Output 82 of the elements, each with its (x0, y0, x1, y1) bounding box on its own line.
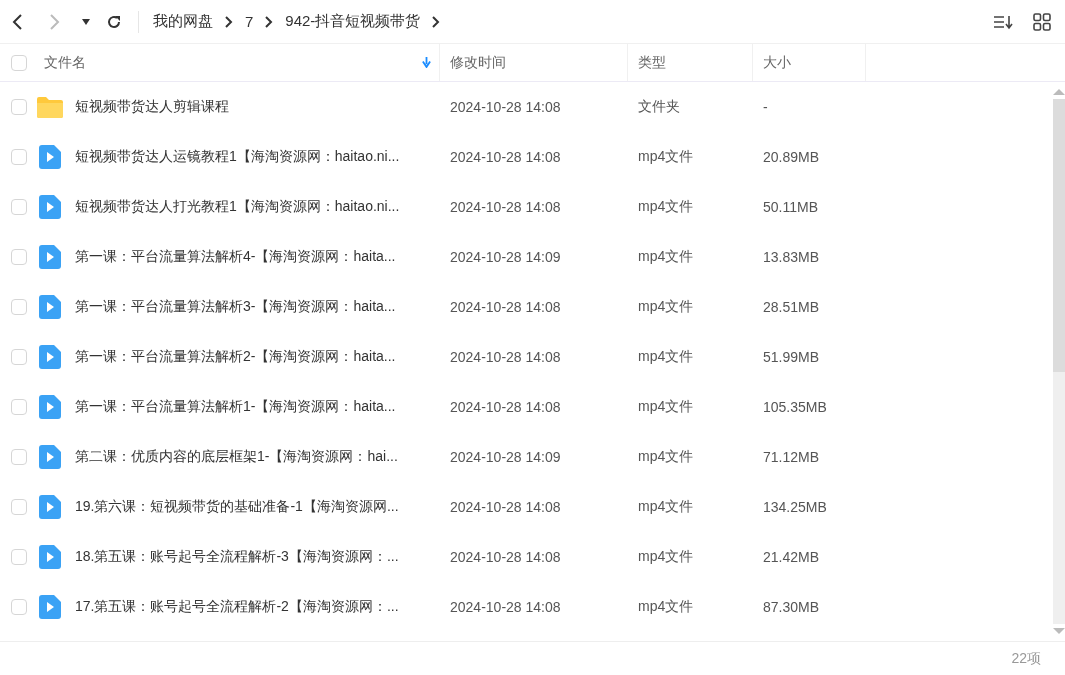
checkbox[interactable] (11, 299, 27, 315)
modified-time: 2024-10-28 14:08 (450, 399, 561, 415)
video-file-icon (37, 395, 63, 419)
chevron-right-icon (432, 15, 441, 28)
file-type: mp4文件 (638, 248, 694, 266)
modified-time: 2024-10-28 14:08 (450, 199, 561, 215)
checkbox[interactable] (11, 149, 27, 165)
file-size: 13.83MB (763, 249, 820, 265)
file-size: 134.25MB (763, 499, 827, 515)
video-file-icon (37, 345, 63, 369)
video-file-icon (37, 195, 63, 219)
column-header[interactable]: 文件名 (36, 44, 440, 81)
modified-time: 2024-10-28 14:08 (450, 549, 561, 565)
file-name[interactable]: 第二课：优质内容的底层框架1-【海淘资源网：hai... (75, 448, 398, 466)
modified-time: 2024-10-28 14:08 (450, 299, 561, 315)
file-type: mp4文件 (638, 448, 694, 466)
video-file-icon (37, 295, 63, 319)
file-name[interactable]: 短视频带货达人打光教程1【海淘资源网：haitao.ni... (75, 198, 400, 216)
file-type: mp4文件 (638, 598, 694, 616)
file-name[interactable]: 第一课：平台流量算法解析4-【海淘资源网：haita... (75, 248, 396, 266)
folder-icon (37, 96, 63, 118)
file-size: 28.51MB (763, 299, 820, 315)
file-type: mp4文件 (638, 348, 694, 366)
file-type: mp4文件 (638, 148, 694, 166)
modified-time: 2024-10-28 14:09 (450, 449, 561, 465)
grid-view-icon[interactable] (1033, 12, 1051, 31)
checkbox[interactable] (11, 99, 27, 115)
file-name[interactable]: 第一课：平台流量算法解析1-【海淘资源网：haita... (75, 398, 396, 416)
checkbox[interactable] (11, 199, 27, 215)
file-type: mp4文件 (638, 548, 694, 566)
file-size: 51.99MB (763, 349, 820, 365)
modified-time: 2024-10-28 14:09 (450, 249, 561, 265)
column-header[interactable]: 修改时间 (440, 44, 628, 81)
file-size: 71.12MB (763, 449, 820, 465)
checkbox[interactable] (11, 54, 27, 71)
video-file-icon (37, 595, 63, 619)
modified-time: 2024-10-28 14:08 (450, 599, 561, 615)
video-file-icon (37, 245, 63, 269)
refresh-icon[interactable] (106, 13, 122, 30)
checkbox[interactable] (11, 549, 27, 565)
file-size: 105.35MB (763, 399, 827, 415)
dropdown-caret-icon[interactable] (82, 18, 90, 25)
breadcrumb-link[interactable]: 我的网盘 (153, 12, 213, 31)
file-type: mp4文件 (638, 498, 694, 516)
checkbox[interactable] (11, 399, 27, 415)
breadcrumb-link[interactable]: 942-抖音短视频带货 (285, 12, 421, 31)
file-type: mp4文件 (638, 298, 694, 316)
modified-time: 2024-10-28 14:08 (450, 499, 561, 515)
chevron-right-icon (265, 15, 274, 28)
file-type: mp4文件 (638, 398, 694, 416)
file-size: 50.11MB (763, 199, 818, 215)
breadcrumb-link[interactable]: 7 (245, 13, 254, 30)
video-file-icon (37, 495, 63, 519)
modified-time: 2024-10-28 14:08 (450, 99, 561, 115)
file-type: 文件夹 (638, 98, 680, 116)
column-header[interactable]: 类型 (628, 44, 753, 81)
file-name[interactable]: 19.第六课：短视频带货的基础准备-1【海淘资源网... (75, 498, 399, 516)
file-name[interactable]: 17.第五课：账号起号全流程解析-2【海淘资源网：... (75, 598, 399, 616)
video-file-icon (37, 545, 63, 569)
file-size: 21.42MB (763, 549, 820, 565)
checkbox[interactable] (11, 349, 27, 365)
file-name[interactable]: 第一课：平台流量算法解析2-【海淘资源网：haita... (75, 348, 396, 366)
file-name[interactable]: 短视频带货达人运镜教程1【海淘资源网：haitao.ni... (75, 148, 400, 166)
item-count: 22项 (1011, 649, 1041, 668)
modified-time: 2024-10-28 14:08 (450, 349, 561, 365)
sort-icon[interactable] (993, 13, 1013, 30)
column-header[interactable]: 大小 (753, 44, 866, 81)
checkbox[interactable] (11, 249, 27, 265)
chevron-right-icon (225, 15, 233, 28)
file-name[interactable]: 第一课：平台流量算法解析3-【海淘资源网：haita... (75, 298, 396, 316)
checkbox[interactable] (11, 499, 27, 515)
file-size: 87.30MB (763, 599, 820, 615)
file-type: mp4文件 (638, 198, 694, 216)
video-file-icon (37, 445, 63, 469)
file-name[interactable]: 18.第五课：账号起号全流程解析-3【海淘资源网：... (75, 548, 399, 566)
checkbox[interactable] (11, 449, 27, 465)
file-name[interactable]: 短视频带货达人剪辑课程 (75, 98, 229, 116)
modified-time: 2024-10-28 14:08 (450, 149, 561, 165)
file-size: 20.89MB (763, 149, 820, 165)
checkbox[interactable] (11, 599, 27, 615)
video-file-icon (37, 145, 63, 169)
file-size: - (763, 99, 768, 115)
